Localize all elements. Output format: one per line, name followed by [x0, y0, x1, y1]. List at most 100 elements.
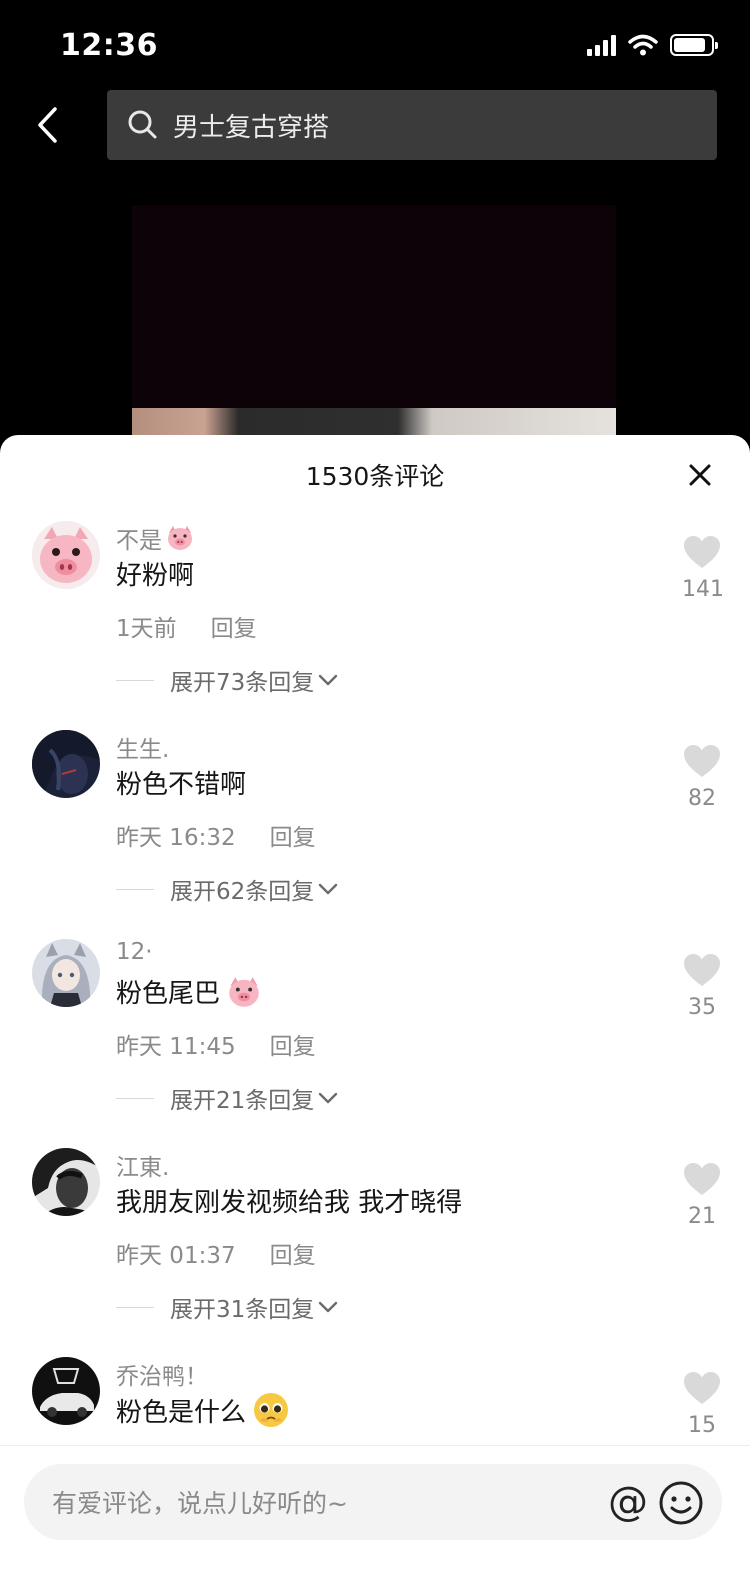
like-button[interactable]: 82 — [682, 744, 722, 811]
video-preview[interactable] — [132, 205, 616, 440]
comment-body: 粉色是什么 — [116, 1397, 247, 1428]
like-count: 21 — [688, 1204, 716, 1229]
pig-avatar-icon — [32, 521, 100, 589]
pig-face-emoji-icon — [168, 526, 192, 550]
comment-time: 昨天 01:37 — [116, 1243, 236, 1269]
comment-username[interactable]: 江東. — [116, 1148, 169, 1182]
cellular-signal-icon — [587, 34, 616, 56]
comment-text: 好粉啊 — [116, 555, 194, 592]
username-text: 生生. — [116, 737, 170, 763]
man-portrait-avatar-icon — [32, 1148, 100, 1216]
status-icons — [587, 34, 718, 56]
avatar[interactable] — [32, 730, 100, 798]
search-row: 男士复古穿搭 — [0, 88, 750, 162]
comment-time: 昨天 16:32 — [116, 825, 236, 851]
heart-icon — [684, 1372, 720, 1404]
like-button[interactable]: 21 — [682, 1162, 722, 1229]
reply-button[interactable]: 回复 — [211, 609, 257, 643]
comment-body: 粉色不错啊 — [116, 770, 247, 800]
gtr-car-avatar-icon — [32, 1357, 100, 1425]
avatar[interactable] — [32, 1357, 100, 1425]
like-button[interactable]: 35 — [682, 953, 722, 1020]
battery-level — [674, 38, 705, 52]
emoji-icon — [659, 1481, 703, 1525]
anime-girl-avatar-icon — [32, 939, 100, 1007]
reply-button[interactable]: 回复 — [270, 1236, 316, 1270]
divider — [116, 679, 154, 681]
expand-replies-button[interactable]: 展开31条回复 — [116, 1290, 338, 1324]
status-bar: 12:36 — [0, 0, 750, 90]
expand-replies-label: 展开62条回复 — [170, 879, 315, 905]
search-icon — [128, 110, 157, 139]
like-button[interactable]: 15 — [682, 1371, 722, 1438]
pleading-face-emoji-icon — [254, 1393, 289, 1427]
divider — [116, 1097, 154, 1099]
chevron-down-icon — [319, 1092, 338, 1104]
comment-input[interactable]: 有爱评论，说点儿好听的~ @ — [24, 1464, 722, 1540]
close-icon — [689, 464, 711, 486]
comment-meta: 昨天 11:45 回复 — [116, 1027, 316, 1061]
avatar[interactable] — [32, 521, 100, 589]
close-button[interactable] — [680, 455, 720, 495]
expand-replies-label: 展开31条回复 — [170, 1297, 315, 1323]
comments-header: 1530条评论 — [0, 435, 750, 515]
like-count: 82 — [688, 786, 716, 811]
reply-button[interactable]: 回复 — [270, 1027, 316, 1061]
comment-input-bar: 有爱评论，说点儿好听的~ @ — [0, 1445, 750, 1575]
expand-replies-button[interactable]: 展开62条回复 — [116, 872, 338, 906]
expand-replies-button[interactable]: 展开73条回复 — [116, 663, 338, 697]
username-text: 12· — [116, 939, 153, 965]
comment-text: 粉色是什么 — [116, 1391, 290, 1429]
heart-icon — [684, 1163, 720, 1195]
chevron-left-icon — [38, 107, 57, 143]
wifi-icon — [628, 34, 658, 56]
chevron-down-icon — [319, 674, 338, 686]
username-text: 江東. — [116, 1155, 170, 1181]
like-count: 141 — [682, 577, 724, 602]
heart-icon — [684, 536, 720, 568]
expand-replies-label: 展开73条回复 — [170, 670, 315, 696]
username-text: 乔治鸭！ — [116, 1364, 208, 1390]
like-count: 35 — [688, 995, 716, 1020]
pig-face-emoji-icon — [229, 976, 259, 1007]
divider — [116, 1306, 154, 1308]
comment-username[interactable]: 生生. — [116, 730, 169, 764]
comment-text: 我朋友刚发视频给我 我才晓得 — [116, 1182, 462, 1219]
comment-meta: 1天前 回复 — [116, 609, 257, 643]
expand-replies-label: 展开21条回复 — [170, 1088, 315, 1114]
avatar[interactable] — [32, 1148, 100, 1216]
comment-username[interactable]: 乔治鸭！ — [116, 1357, 208, 1391]
expand-replies-button[interactable]: 展开21条回复 — [116, 1081, 338, 1115]
comment-item: 生生. 粉色不错啊 昨天 16:32 回复 展开62条回复 82 — [0, 730, 750, 939]
search-query: 男士复古穿搭 — [173, 112, 330, 143]
battery-icon — [670, 34, 718, 56]
like-count: 15 — [688, 1413, 716, 1438]
mention-button[interactable]: @ — [604, 1478, 652, 1526]
comments-count-title: 1530条评论 — [305, 462, 445, 491]
heart-icon — [684, 954, 720, 986]
comment-username[interactable]: 不是 — [116, 521, 194, 555]
like-button[interactable]: 141 — [682, 535, 724, 602]
back-button[interactable] — [22, 96, 72, 154]
comment-text: 粉色尾巴 — [116, 973, 262, 1010]
comment-meta: 昨天 16:32 回复 — [116, 818, 316, 852]
divider — [116, 888, 154, 890]
comment-input-placeholder: 有爱评论，说点儿好听的~ — [52, 1489, 348, 1518]
emoji-button[interactable] — [656, 1478, 706, 1528]
comment-meta: 昨天 01:37 回复 — [116, 1236, 316, 1270]
search-box[interactable]: 男士复古穿搭 — [107, 90, 717, 160]
comment-body: 好粉啊 — [116, 561, 195, 591]
comment-item: 不是 好粉啊 1天前 回复 展开73条回复 141 — [0, 521, 750, 730]
comment-body: 粉色尾巴 — [116, 979, 221, 1009]
comment-body: 我朋友刚发视频给我 我才晓得 — [116, 1188, 463, 1218]
chevron-down-icon — [319, 883, 338, 895]
comment-username[interactable]: 12· — [116, 939, 153, 965]
heart-icon — [684, 745, 720, 777]
dark-anime-avatar-icon — [32, 730, 100, 798]
avatar[interactable] — [32, 939, 100, 1007]
comment-item: 12· 粉色尾巴 昨天 11:45 回复 展开21条回复 35 — [0, 939, 750, 1148]
reply-button[interactable]: 回复 — [270, 818, 316, 852]
comment-time: 1天前 — [116, 616, 177, 642]
comment-time: 昨天 11:45 — [116, 1034, 236, 1060]
comments-sheet: 1530条评论 不是 好粉啊 1天前 回复 展开73条回复 141 生生. 粉色… — [0, 435, 750, 1575]
